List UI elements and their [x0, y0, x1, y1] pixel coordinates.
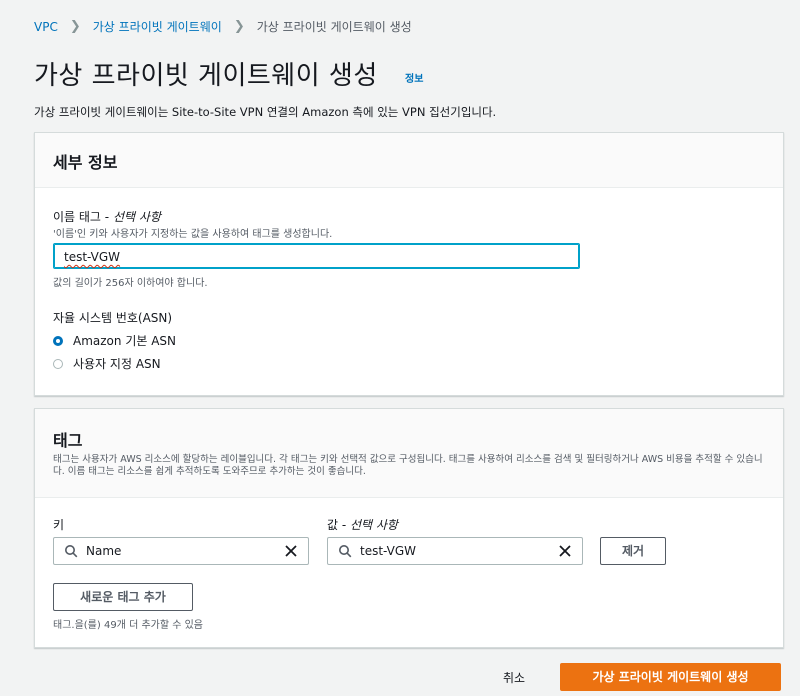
- breadcrumb-link-vpc[interactable]: VPC: [34, 20, 58, 34]
- page-title: 가상 프라이빗 게이트웨이 생성: [34, 61, 378, 91]
- clear-icon[interactable]: [558, 544, 572, 558]
- asn-option-amazon-label: Amazon 기본 ASN: [73, 334, 177, 348]
- cancel-button[interactable]: 취소: [503, 669, 525, 686]
- tag-value-label: 값 - 선택 사항: [327, 518, 398, 532]
- name-tag-label: 이름 태그 - 선택 사항: [53, 210, 161, 224]
- search-icon: [339, 545, 352, 558]
- breadcrumb-link-vgw[interactable]: 가상 프라이빗 게이트웨이: [93, 18, 222, 35]
- name-tag-optional: 선택 사항: [112, 210, 161, 224]
- name-tag-hint: 값의 길이가 256자 이하여야 합니다.: [53, 278, 208, 289]
- asn-option-custom-label: 사용자 지정 ASN: [73, 357, 161, 371]
- search-icon: [65, 545, 78, 558]
- name-tag-value: test-VGW: [64, 250, 121, 264]
- radio-unselected-icon: [53, 358, 63, 369]
- info-link[interactable]: 정보: [405, 70, 423, 85]
- tags-remaining-hint: 태그.을(를) 49개 더 추가할 수 있음: [53, 620, 203, 631]
- details-heading: 세부 정보: [53, 153, 118, 172]
- tag-key-label: 키: [53, 518, 65, 532]
- page-description: 가상 프라이빗 게이트웨이는 Site-to-Site VPN 연결의 Amaz…: [34, 105, 497, 119]
- chevron-right-icon: ❯: [233, 19, 245, 34]
- chevron-right-icon: ❯: [69, 19, 81, 34]
- add-tag-button[interactable]: 새로운 태그 추가: [53, 583, 193, 611]
- details-panel: 세부 정보 이름 태그 - 선택 사항 '이름'인 키와 사용자가 지정하는 값…: [34, 132, 784, 396]
- tags-heading: 태그: [53, 431, 83, 450]
- tags-panel: 태그 태그는 사용자가 AWS 리소스에 할당하는 레이블입니다. 각 태그는 …: [34, 408, 784, 648]
- tag-key-value: Name: [86, 544, 122, 558]
- breadcrumb-current: 가상 프라이빗 게이트웨이 생성: [256, 20, 412, 34]
- name-tag-description: '이름'인 키와 사용자가 지정하는 값을 사용하여 태그를 생성합니다.: [53, 229, 333, 240]
- tag-key-input[interactable]: Name: [53, 537, 309, 565]
- tag-value-value: test-VGW: [360, 544, 417, 558]
- tag-value-optional: 선택 사항: [350, 518, 398, 532]
- tags-panel-header: 태그 태그는 사용자가 AWS 리소스에 할당하는 레이블입니다. 각 태그는 …: [35, 409, 783, 498]
- asn-option-amazon[interactable]: Amazon 기본 ASN: [53, 332, 176, 349]
- remove-tag-button[interactable]: 제거: [600, 537, 666, 565]
- clear-icon[interactable]: [284, 544, 298, 558]
- create-vgw-button[interactable]: 가상 프라이빗 게이트웨이 생성: [560, 663, 781, 691]
- asn-label: 자율 시스템 번호(ASN): [53, 311, 173, 325]
- asn-option-custom[interactable]: 사용자 지정 ASN: [53, 355, 161, 372]
- radio-selected-icon: [53, 335, 63, 346]
- tag-value-input[interactable]: test-VGW: [327, 537, 583, 565]
- name-tag-input[interactable]: test-VGW: [53, 243, 580, 269]
- breadcrumb: VPC ❯ 가상 프라이빗 게이트웨이 ❯ 가상 프라이빗 게이트웨이 생성: [34, 18, 412, 35]
- tags-description: 태그는 사용자가 AWS 리소스에 할당하는 레이블입니다. 각 태그는 키와 …: [53, 454, 763, 477]
- details-panel-header: 세부 정보: [35, 133, 783, 188]
